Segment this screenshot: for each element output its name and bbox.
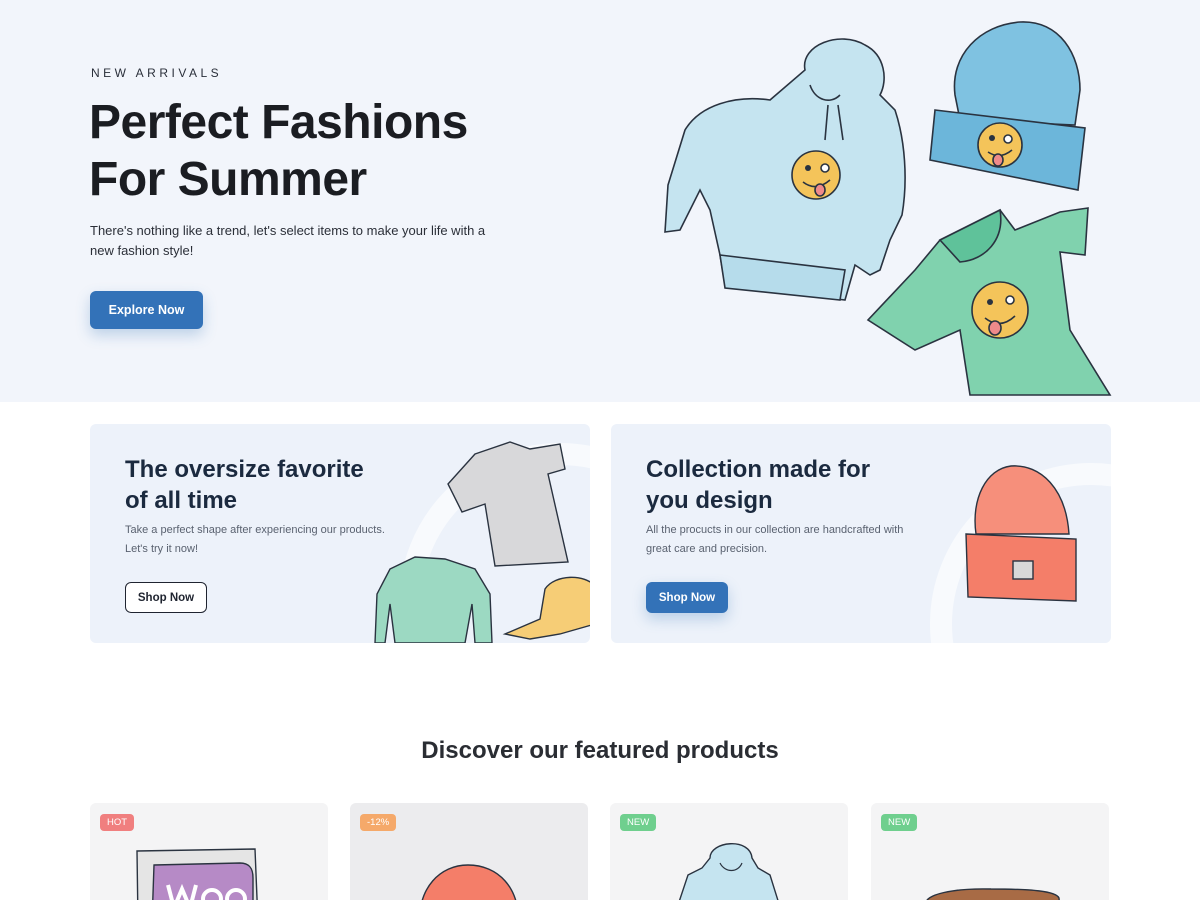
red-beanie-illustration xyxy=(965,465,1077,602)
hero-clothing-illustration xyxy=(664,21,1112,396)
product-badge: HOT xyxy=(100,814,135,831)
promo-card-collection: Collection made for you design All the p… xyxy=(611,424,1111,643)
product-card[interactable]: NEW xyxy=(871,803,1109,900)
hoodie-image xyxy=(664,38,906,301)
product-card[interactable]: HOT xyxy=(90,803,328,900)
hero-title: Perfect Fashions For Summer xyxy=(89,94,609,208)
hero-title-line-2: For Summer xyxy=(89,153,367,206)
oversize-clothing-illustration xyxy=(374,441,590,643)
product-card[interactable]: -12% xyxy=(350,803,588,900)
explore-now-button[interactable]: Explore Now xyxy=(90,291,203,329)
hero-description: There's nothing like a trend, let's sele… xyxy=(90,223,486,258)
product-badge: NEW xyxy=(881,814,918,831)
product-badge: NEW xyxy=(620,814,657,831)
tshirt-image xyxy=(866,207,1112,396)
green-sweater-image xyxy=(374,556,493,643)
yellow-cap-image xyxy=(502,576,590,640)
hero-title-line-1: Perfect Fashions xyxy=(89,96,468,149)
hero-eyebrow: NEW ARRIVALS xyxy=(91,66,223,80)
hero-banner: NEW ARRIVALS Perfect Fashions For Summer… xyxy=(0,0,1200,402)
beanie-image xyxy=(929,21,1086,191)
promo-card-oversize: The oversize favorite of all time Take a… xyxy=(90,424,590,643)
product-card[interactable]: NEW xyxy=(610,803,848,900)
grey-tshirt-image xyxy=(447,441,569,567)
featured-products-heading: Discover our featured products xyxy=(421,737,779,764)
product-badge: -12% xyxy=(360,814,397,831)
